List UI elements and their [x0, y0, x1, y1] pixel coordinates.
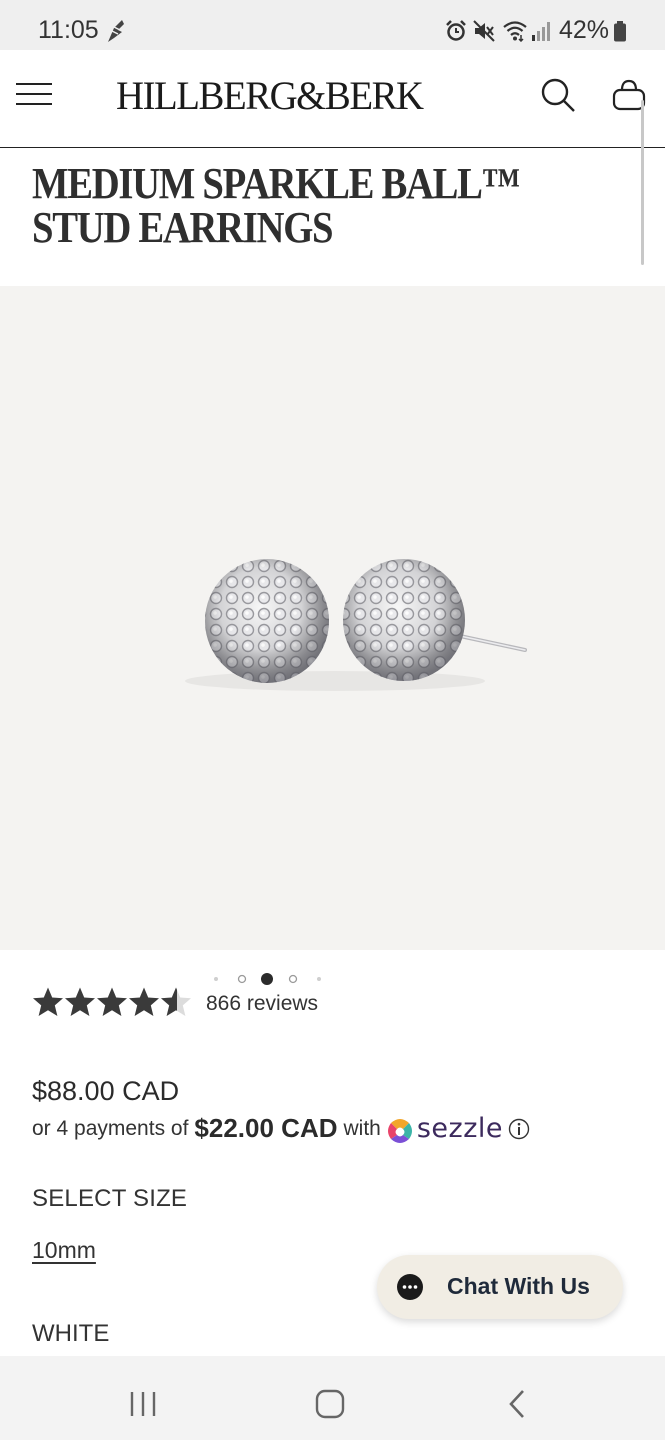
menu-icon[interactable] [15, 82, 53, 106]
installment-amount: $22.00 CAD [194, 1113, 338, 1143]
reviews-count[interactable]: 866 reviews [206, 992, 318, 1016]
carousel-dot [214, 977, 218, 981]
star-icon [97, 987, 127, 1016]
battery-icon [614, 21, 626, 42]
product-image[interactable] [0, 286, 665, 950]
chat-label: Chat With Us [447, 1273, 590, 1299]
earrings-photo [185, 559, 527, 691]
navigation-bar [0, 1356, 665, 1440]
sezzle-logo[interactable]: sezzle [387, 1113, 503, 1144]
search-icon[interactable] [540, 77, 576, 113]
installments-prefix: or 4 payments of [32, 1116, 189, 1140]
status-time: 11:05 [38, 16, 99, 44]
chat-bubble-icon [397, 1274, 423, 1300]
battery-percent: 42% [559, 16, 610, 44]
mute-icon [473, 20, 495, 42]
sezzle-wordmark: sezzle [416, 1113, 503, 1144]
installments-info: or 4 payments of $22.00 CAD with sezzle [32, 1113, 530, 1144]
info-icon[interactable] [508, 1118, 530, 1140]
home-icon[interactable] [315, 1389, 345, 1419]
carousel-dots[interactable] [205, 970, 335, 990]
back-icon[interactable] [505, 1389, 529, 1419]
scrollbar[interactable] [641, 100, 644, 265]
site-header: HILLBERG&BERK [0, 50, 665, 148]
star-icon [129, 987, 159, 1016]
carousel-dot [288, 974, 298, 984]
installments-suffix: with [343, 1116, 381, 1140]
carousel-dot-active [261, 973, 273, 985]
size-option-10mm[interactable]: 10mm [32, 1237, 96, 1264]
color-label: WHITE [32, 1320, 110, 1347]
select-size-label: SELECT SIZE [32, 1185, 188, 1212]
sezzle-icon [387, 1118, 412, 1143]
star-icon [33, 987, 63, 1016]
status-bar: 11:05 42% [0, 0, 665, 50]
wifi-icon [503, 21, 527, 42]
star-rating [33, 987, 191, 1016]
product-price: $88.00 CAD [32, 1076, 180, 1106]
alarm-icon [446, 20, 466, 41]
brand-logo[interactable]: HILLBERG&BERK [116, 72, 424, 119]
carousel-dot [237, 974, 247, 984]
star-icon [65, 987, 95, 1016]
recent-apps-icon[interactable] [128, 1390, 158, 1418]
carousel-dot [317, 977, 321, 981]
product-title: MEDIUM SPARKLE BALL™ STUD EARRINGS [32, 159, 520, 252]
chat-button[interactable]: Chat With Us [377, 1255, 623, 1319]
fan-app-icon [108, 20, 124, 42]
signal-icon [532, 22, 550, 41]
